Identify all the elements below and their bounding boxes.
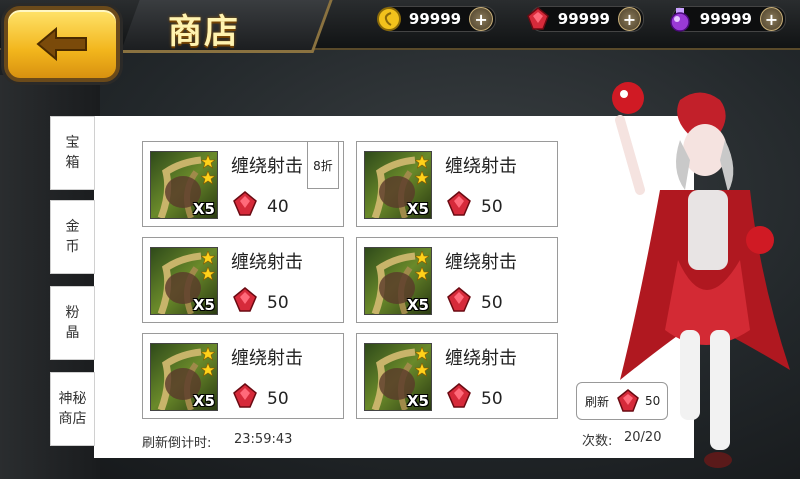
item-thumbnail: X5 (364, 343, 432, 411)
item-quantity: X5 (406, 200, 429, 218)
ruby-icon (525, 5, 552, 33)
shop-item-card[interactable]: X5 缠绕射击 50 (356, 141, 558, 227)
shop-item-card[interactable]: X5 缠绕射击 50 (142, 237, 344, 323)
ruby-value: 99999 (557, 10, 610, 28)
page-title: 商店 (168, 12, 240, 52)
tab-crystal-label-2: 晶 (65, 325, 80, 341)
tab-chest-label-2: 箱 (65, 155, 80, 171)
ruby-icon (231, 382, 259, 410)
item-quantity: X5 (406, 296, 429, 314)
shop-item-card[interactable]: X5 缠绕射击 50 (142, 333, 344, 419)
item-price: 40 (267, 197, 289, 217)
ruby-icon (231, 286, 259, 314)
item-name: 缠绕射击 (231, 348, 303, 369)
tab-chest[interactable]: 宝 箱 (50, 116, 95, 190)
item-name: 缠绕射击 (445, 156, 517, 177)
item-price: 50 (481, 197, 503, 217)
item-name: 缠绕射击 (445, 348, 517, 369)
item-quantity: X5 (406, 392, 429, 410)
star-icon (200, 250, 216, 265)
item-quantity: X5 (192, 296, 215, 314)
add-gold-button[interactable]: + (469, 7, 493, 31)
countdown-value: 23:59:43 (234, 432, 293, 447)
star-icon (414, 266, 430, 281)
star-icon (414, 362, 430, 377)
character-illustration (612, 82, 790, 468)
ruby-icon (445, 190, 473, 218)
item-price: 50 (267, 293, 289, 313)
item-thumbnail: X5 (364, 247, 432, 315)
item-name: 缠绕射击 (231, 252, 303, 273)
tab-gold[interactable]: 金 币 (50, 200, 95, 274)
ruby-counter: 99999 + (527, 6, 644, 32)
star-icon (414, 170, 430, 185)
star-icon (414, 250, 430, 265)
item-name: 缠绕射击 (445, 252, 517, 273)
add-ruby-button[interactable]: + (617, 7, 641, 31)
tab-gold-label-2: 币 (65, 239, 80, 255)
gold-coin-icon (375, 5, 403, 33)
star-icon (200, 266, 216, 281)
gold-value: 99999 (408, 10, 462, 28)
tab-crystal-label-1: 粉 (65, 305, 80, 321)
item-thumbnail: X5 (150, 151, 218, 219)
ruby-icon (445, 286, 473, 314)
arrow-left-icon (36, 26, 87, 62)
tab-mystery-shop[interactable]: 神秘 商店 (50, 372, 95, 446)
ruby-icon (231, 190, 259, 218)
tab-chest-label-1: 宝 (65, 135, 80, 151)
crystal-value: 99999 (699, 10, 752, 28)
crystal-potion-icon (667, 5, 694, 33)
shop-item-card[interactable]: X5 缠绕射击 50 (356, 237, 558, 323)
tab-mystery-label-1: 神秘 (58, 391, 87, 407)
discount-badge: 8折 (307, 141, 339, 189)
crystal-counter: 99999 + (670, 6, 786, 32)
item-quantity: X5 (192, 200, 215, 218)
item-thumbnail: X5 (150, 343, 218, 411)
star-icon (200, 170, 216, 185)
item-thumbnail: X5 (364, 151, 432, 219)
item-name: 缠绕射击 (231, 156, 303, 177)
shop-item-card[interactable]: X5 缠绕射击 50 (356, 333, 558, 419)
tab-mystery-label-2: 商店 (58, 411, 87, 427)
back-button[interactable] (4, 6, 120, 82)
countdown-label: 刷新倒计时: (142, 436, 212, 451)
item-price: 50 (481, 293, 503, 313)
item-price: 50 (267, 389, 289, 409)
star-icon (200, 362, 216, 377)
star-icon (414, 346, 430, 361)
tab-crystal[interactable]: 粉 晶 (50, 286, 95, 360)
star-icon (200, 154, 216, 169)
star-icon (414, 154, 430, 169)
item-price: 50 (481, 389, 503, 409)
ruby-icon (445, 382, 473, 410)
add-crystal-button[interactable]: + (759, 7, 783, 31)
item-thumbnail: X5 (150, 247, 218, 315)
tab-gold-label-1: 金 (65, 219, 80, 235)
item-quantity: X5 (192, 392, 215, 410)
gold-counter: 99999 + (376, 6, 496, 32)
star-icon (200, 346, 216, 361)
